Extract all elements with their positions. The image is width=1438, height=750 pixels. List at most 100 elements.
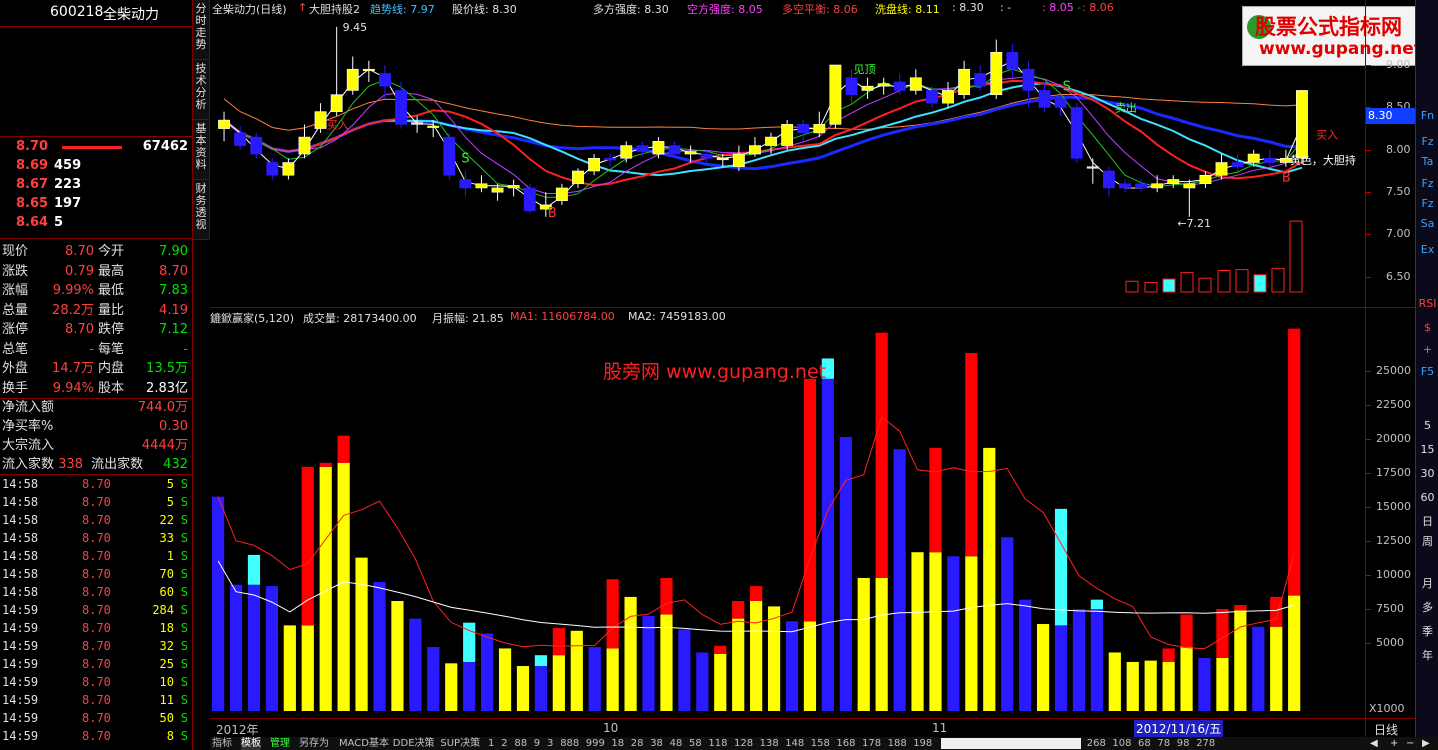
price-line-value: 股价线: 8.30 — [452, 3, 517, 16]
volume-bar — [1090, 599, 1103, 711]
bottom-tab[interactable]: DDE决策 — [393, 737, 435, 750]
tick-volume: 5 — [166, 477, 174, 491]
bottom-tab[interactable]: 88 — [514, 737, 527, 750]
bottom-tab[interactable]: 指标 — [212, 737, 232, 750]
tool-sa-button[interactable]: Sa — [1417, 216, 1438, 232]
tick-side: S — [180, 513, 188, 527]
volume-bar — [911, 552, 924, 711]
tick-price: 8.70 — [82, 549, 111, 563]
bottom-tab[interactable]: 2 — [501, 737, 507, 750]
tick-row: 14:58 8.70 22 S — [2, 511, 190, 529]
side-tab-0[interactable]: 分时走势 — [193, 0, 209, 60]
bottom-tab[interactable]: 188 — [888, 737, 907, 750]
chart-area[interactable]: 全柴动力(日线) ↑ 大胆持股2 趋势线: 7.97 股价线: 8.30 多方强… — [210, 0, 1434, 750]
volume-axis-label: 17500 — [1376, 466, 1411, 479]
bottom-tab[interactable]: 168 — [836, 737, 855, 750]
tick-row: 14:58 8.70 1 S — [2, 547, 190, 565]
tool-fn-button[interactable]: Fn — [1417, 108, 1438, 124]
tool-plus-button[interactable]: + — [1417, 342, 1438, 358]
bottom-tab[interactable]: 118 — [708, 737, 727, 750]
side-tab-3[interactable]: 财务透视 — [193, 180, 209, 240]
bottom-tab[interactable]: 138 — [760, 737, 779, 750]
zoom-minus-icon[interactable]: − — [1406, 737, 1414, 750]
tool-month-button[interactable]: 月 — [1417, 576, 1438, 592]
tick-time: 14:58 — [2, 495, 39, 509]
bottom-tab[interactable]: 98 — [1177, 737, 1190, 750]
bottom-tab[interactable]: 68 — [1138, 737, 1151, 750]
bottom-tab[interactable]: SUP决策 — [440, 737, 480, 750]
period-box[interactable]: 日线 — [1366, 718, 1416, 737]
bottom-tab[interactable]: 38 — [650, 737, 663, 750]
out-count-label: 流出家数 — [91, 457, 144, 472]
tool-multi-button[interactable]: 多 — [1417, 600, 1438, 616]
volume-bar — [1036, 624, 1050, 711]
bottom-tab[interactable]: 999 — [586, 737, 605, 750]
tool-15min-button[interactable]: 15 — [1417, 442, 1438, 458]
price-chart[interactable]: 9.45←7.21买入买入卖出见顶黄色，大胆持BBSS — [210, 16, 1365, 306]
bottom-tab[interactable]: 1 — [488, 737, 494, 750]
scroll-left-icon[interactable]: ◀ — [1370, 737, 1378, 750]
tick-row: 14:59 8.70 50 S — [2, 709, 190, 727]
net-inflow-label: 净流入额 — [2, 400, 55, 415]
b-marker-1: B — [548, 206, 557, 221]
zoom-plus-icon[interactable]: + — [1390, 737, 1398, 750]
net-buy-row: 净买率% 0.30 — [2, 417, 190, 436]
bottom-tab[interactable]: 58 — [689, 737, 702, 750]
bottom-tab[interactable]: 9 — [534, 737, 540, 750]
candle — [652, 137, 665, 159]
wash-value: 洗盘线: 8.11 — [875, 3, 940, 16]
tool-rsi-button[interactable]: RSI — [1417, 296, 1438, 312]
bottom-tab[interactable]: 128 — [734, 737, 753, 750]
bottom-tab[interactable]: 198 — [913, 737, 932, 750]
candle — [1231, 154, 1244, 171]
tool-fz-button[interactable]: Fz — [1417, 134, 1438, 150]
bottom-tab[interactable]: 888 — [560, 737, 579, 750]
side-tab-1[interactable]: 技术分析 — [193, 60, 209, 120]
bottom-tab[interactable]: 3 — [547, 737, 553, 750]
volume-chart-header: 鏕鍁赢家(5,120) 成交量: 28173400.00 月振幅: 21.85 … — [210, 309, 1365, 325]
bottom-tab[interactable]: 18 — [611, 737, 624, 750]
tool-ex-button[interactable]: Ex — [1417, 242, 1438, 258]
bottom-tab[interactable]: 158 — [811, 737, 830, 750]
tool-5min-button[interactable]: 5 — [1417, 418, 1438, 434]
tool-year-button[interactable]: 年 — [1417, 648, 1438, 664]
volume-bar — [1162, 648, 1175, 711]
bottom-tab[interactable]: MACD基本 — [339, 737, 389, 750]
stock-title[interactable]: 600218 全柴动力 — [0, 0, 192, 26]
tool-week-button[interactable]: 周 — [1417, 534, 1438, 550]
bottom-tab[interactable]: 另存为 — [299, 737, 329, 750]
net-inflow-value: 744.0万 — [137, 400, 188, 415]
tool-f5-button[interactable]: F5 — [1417, 364, 1438, 380]
candle — [700, 149, 713, 163]
quote-row: 总笔 - 每笔 - — [2, 340, 190, 359]
tool-ta-button[interactable]: Ta — [1417, 154, 1438, 170]
volume-bar — [732, 600, 745, 711]
bottom-tab[interactable]: 108 — [1112, 737, 1131, 750]
quote-label: 股本 — [98, 380, 125, 396]
order-book-row: 8.69 459 — [2, 156, 190, 175]
tool-quarter-button[interactable]: 季 — [1417, 624, 1438, 640]
candle — [1151, 175, 1164, 193]
tool-dollar-button[interactable]: $ — [1417, 320, 1438, 336]
bottom-tab[interactable]: 78 — [1157, 737, 1170, 750]
bottom-tab[interactable]: 管理 — [270, 737, 290, 750]
bottom-tab[interactable]: 48 — [670, 737, 683, 750]
tool-fz3-button[interactable]: Fz — [1417, 196, 1438, 212]
scroll-right-icon[interactable]: ▶ — [1422, 737, 1430, 750]
bottom-tab[interactable]: 178 — [862, 737, 881, 750]
tool-day-button[interactable]: 日 — [1417, 514, 1438, 530]
tool-fz2-button[interactable]: Fz — [1417, 176, 1438, 192]
bottom-tab[interactable]: 模板 — [241, 737, 261, 750]
bottom-tab[interactable]: 278 — [1196, 737, 1215, 750]
candle — [218, 111, 230, 142]
tool-60min-button[interactable]: 60 — [1417, 490, 1438, 506]
bottom-tab[interactable]: 268 — [1087, 737, 1106, 750]
volume-bar — [875, 332, 888, 711]
ma1-value: MA1: 11606784.00 — [510, 310, 615, 323]
bottom-tab[interactable]: 28 — [631, 737, 644, 750]
tool-30min-button[interactable]: 30 — [1417, 466, 1438, 482]
side-tab-2[interactable]: 基本资料 — [193, 120, 209, 180]
volume-chart[interactable] — [210, 326, 1365, 715]
candle — [990, 39, 1003, 99]
bottom-tab[interactable]: 148 — [785, 737, 804, 750]
